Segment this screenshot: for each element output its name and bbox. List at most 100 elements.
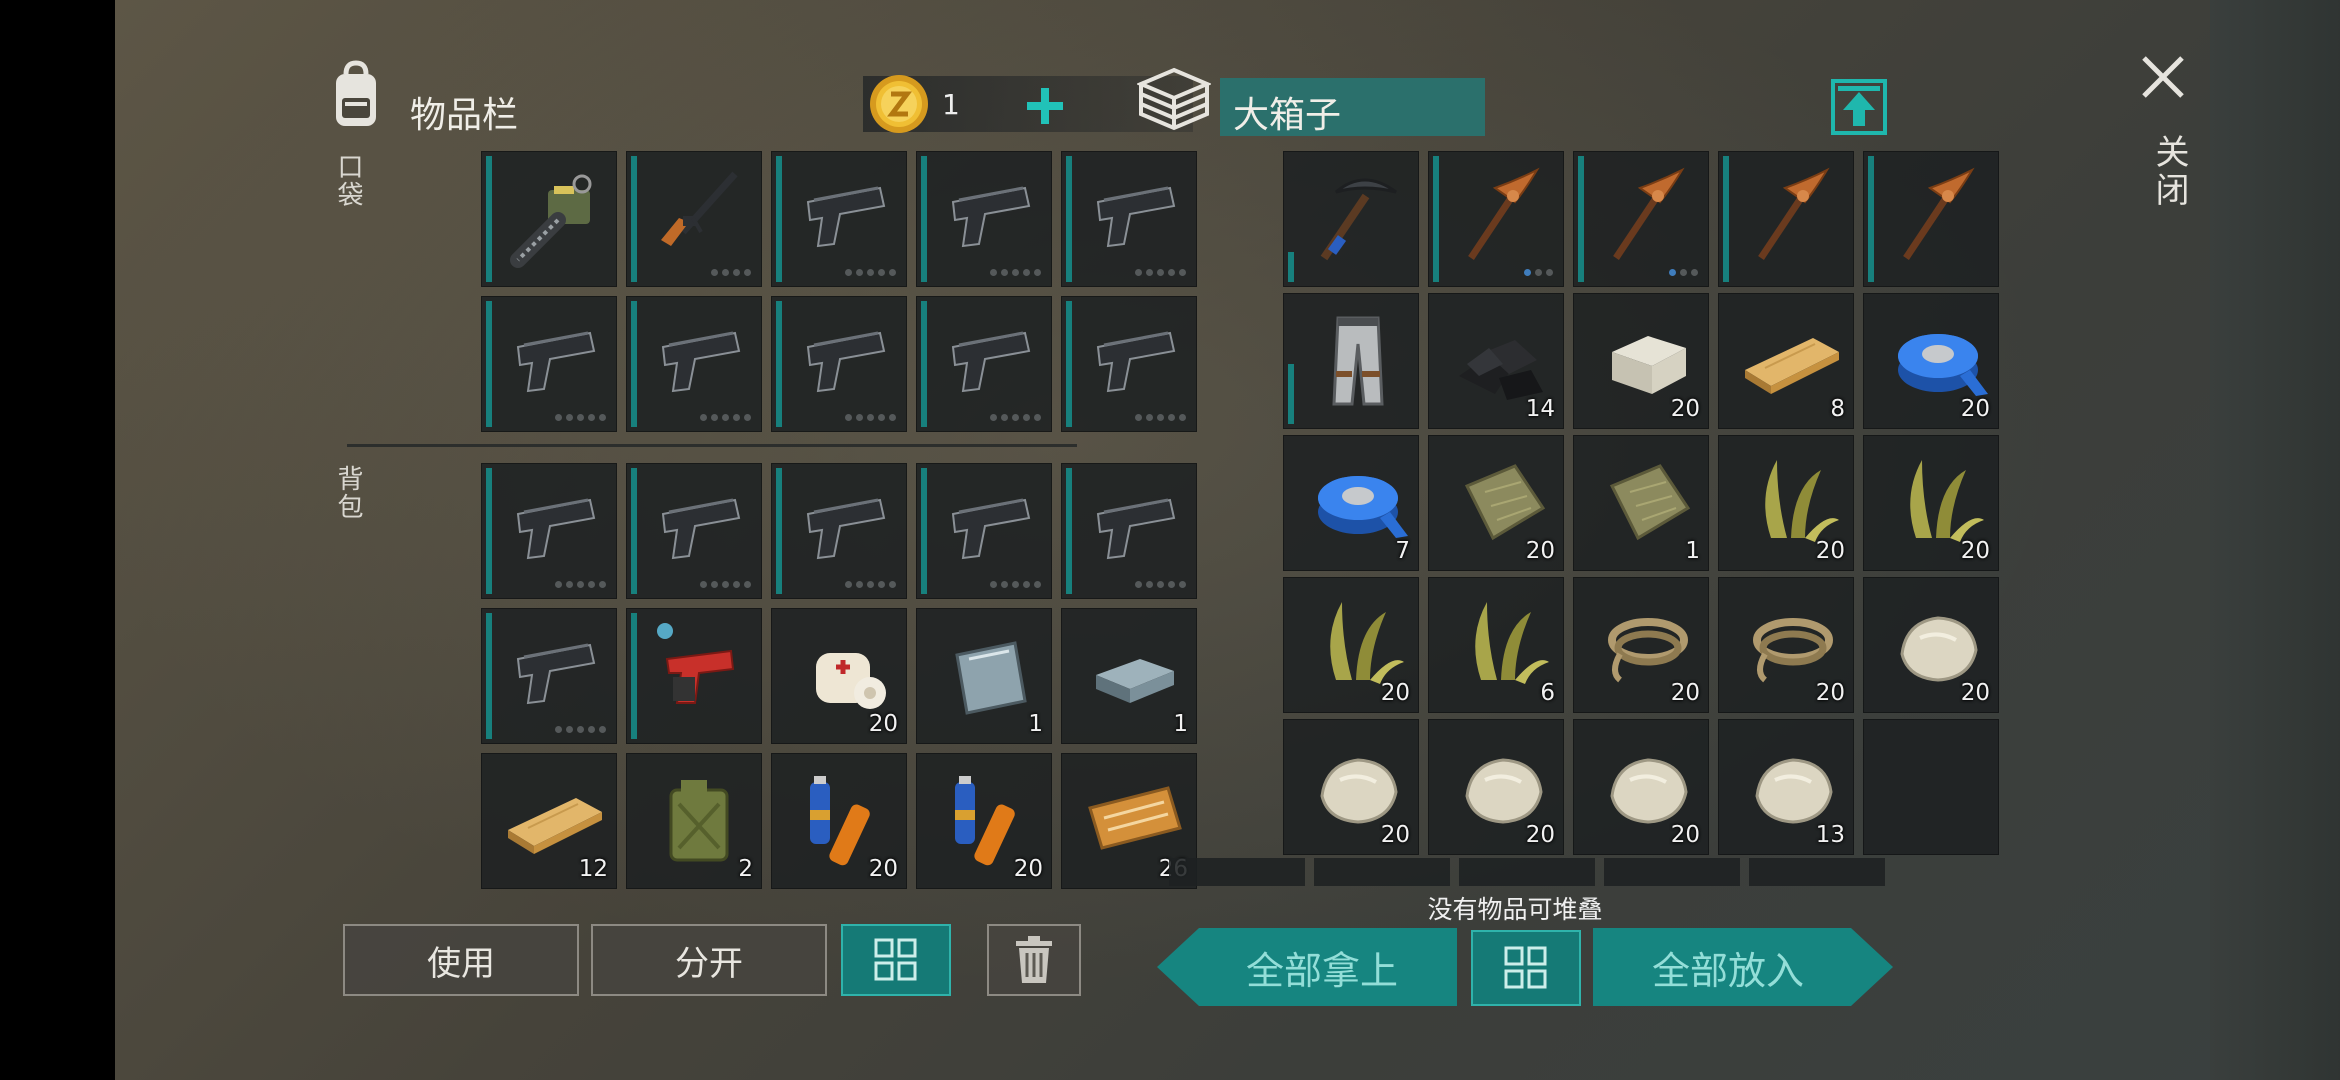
item-slot[interactable]: 20 bbox=[1573, 719, 1709, 855]
item-slot[interactable] bbox=[481, 463, 617, 599]
flare-gun-icon bbox=[657, 623, 735, 704]
iron-ingot-icon bbox=[1096, 659, 1174, 703]
item-slot[interactable]: 20 bbox=[1573, 293, 1709, 429]
item-slot[interactable]: 1 bbox=[1573, 435, 1709, 571]
item-count: 6 bbox=[1540, 680, 1555, 706]
durability-bar bbox=[1433, 156, 1439, 282]
durability-bar bbox=[486, 301, 492, 427]
durability-bar bbox=[776, 301, 782, 427]
item-count: 20 bbox=[1960, 538, 1990, 564]
item-count: 2 bbox=[738, 856, 753, 882]
pistol-icon bbox=[516, 498, 596, 560]
item-count: 20 bbox=[1670, 680, 1700, 706]
item-slot[interactable] bbox=[1718, 151, 1854, 287]
item-slot[interactable] bbox=[771, 296, 907, 432]
item-slot[interactable] bbox=[916, 463, 1052, 599]
put-all-button[interactable]: 全部放入 bbox=[1593, 928, 1893, 1006]
item-slot[interactable]: 20 bbox=[1718, 577, 1854, 713]
item-slot[interactable]: 20 bbox=[1428, 435, 1564, 571]
item-slot[interactable] bbox=[1863, 151, 1999, 287]
item-slot[interactable]: 2 bbox=[626, 753, 762, 889]
item-slot[interactable]: 20 bbox=[1573, 577, 1709, 713]
item-count: 20 bbox=[1013, 856, 1043, 882]
take-all-button[interactable]: 全部拿上 bbox=[1157, 928, 1457, 1006]
item-slot[interactable]: 7 bbox=[1283, 435, 1419, 571]
item-count: 20 bbox=[1525, 538, 1555, 564]
upload-button[interactable] bbox=[1830, 78, 1888, 136]
split-button[interactable]: 分开 bbox=[591, 924, 827, 996]
close-label[interactable]: 关闭 bbox=[2145, 134, 2194, 210]
item-count: 7 bbox=[1395, 538, 1410, 564]
item-slot[interactable]: 12 bbox=[481, 753, 617, 889]
pistol-icon bbox=[951, 331, 1031, 393]
upgrade-dots bbox=[700, 581, 751, 588]
copper-pickaxe-icon bbox=[1903, 167, 1975, 260]
item-slot[interactable]: 14 bbox=[1428, 293, 1564, 429]
item-slot[interactable]: 8 bbox=[1718, 293, 1854, 429]
item-slot[interactable]: 20 bbox=[1283, 719, 1419, 855]
chest-sort-button[interactable] bbox=[1471, 930, 1581, 1006]
item-slot[interactable]: 20 bbox=[771, 608, 907, 744]
item-count: 20 bbox=[1815, 680, 1845, 706]
item-slot[interactable]: 20 bbox=[1863, 293, 1999, 429]
use-button[interactable]: 使用 bbox=[343, 924, 579, 996]
item-slot[interactable]: 20 bbox=[1863, 435, 1999, 571]
item-slot[interactable]: 20 bbox=[1863, 577, 1999, 713]
item-slot[interactable]: 20 bbox=[1718, 435, 1854, 571]
item-slot[interactable] bbox=[771, 151, 907, 287]
item-slot[interactable]: 20 bbox=[771, 753, 907, 889]
item-slot[interactable] bbox=[1283, 151, 1419, 287]
item-slot[interactable] bbox=[1061, 151, 1197, 287]
add-coins-button[interactable] bbox=[1023, 84, 1067, 128]
item-count: 20 bbox=[1960, 680, 1990, 706]
item-slot[interactable] bbox=[1428, 151, 1564, 287]
item-slot[interactable]: 13 bbox=[1718, 719, 1854, 855]
upgrade-dots bbox=[845, 581, 896, 588]
durability-bar bbox=[486, 468, 492, 594]
close-icon[interactable] bbox=[2140, 54, 2186, 100]
item-slot[interactable] bbox=[1283, 293, 1419, 429]
sort-button[interactable] bbox=[841, 924, 951, 996]
durability-bar bbox=[921, 156, 927, 282]
upgrade-dots bbox=[1135, 581, 1186, 588]
durability-bar bbox=[1723, 156, 1729, 282]
item-count: 13 bbox=[1815, 822, 1845, 848]
pistol-icon bbox=[1096, 498, 1176, 560]
item-slot[interactable] bbox=[481, 296, 617, 432]
item-slot[interactable] bbox=[626, 608, 762, 744]
item-slot[interactable]: 1 bbox=[916, 608, 1052, 744]
item-slot[interactable]: 1 bbox=[1061, 608, 1197, 744]
item-slot[interactable] bbox=[1061, 463, 1197, 599]
item-slot[interactable]: 6 bbox=[1428, 577, 1564, 713]
rifle-icon bbox=[661, 171, 738, 246]
item-slot[interactable] bbox=[626, 151, 762, 287]
item-slot[interactable] bbox=[481, 151, 617, 287]
copper-pickaxe-icon bbox=[1468, 167, 1540, 260]
chest-title: 大箱子 bbox=[1233, 95, 1342, 136]
item-slot[interactable] bbox=[916, 151, 1052, 287]
item-slot[interactable] bbox=[1573, 151, 1709, 287]
backpack-label: 背包 bbox=[333, 465, 363, 521]
item-slot[interactable]: 20 bbox=[916, 753, 1052, 889]
upgrade-dots bbox=[990, 414, 1041, 421]
upgrade-dots bbox=[845, 414, 896, 421]
item-count: 8 bbox=[1830, 396, 1845, 422]
item-count: 14 bbox=[1525, 396, 1555, 422]
item-slot[interactable] bbox=[626, 296, 762, 432]
item-slot[interactable]: 20 bbox=[1283, 577, 1419, 713]
backpack-icon bbox=[336, 60, 376, 126]
durability-bar bbox=[486, 613, 492, 739]
stack-status-text: 没有物品可堆叠 bbox=[1427, 895, 1603, 924]
item-slot[interactable] bbox=[771, 463, 907, 599]
item-slot[interactable]: 20 bbox=[1428, 719, 1564, 855]
upgrade-dots bbox=[1524, 269, 1553, 276]
trash-icon bbox=[1016, 936, 1052, 983]
item-slot[interactable] bbox=[916, 296, 1052, 432]
empty-slot[interactable] bbox=[1863, 719, 1999, 855]
item-slot[interactable] bbox=[626, 463, 762, 599]
jerrycan-icon bbox=[669, 780, 729, 862]
durability-bar bbox=[1288, 364, 1294, 424]
item-slot[interactable] bbox=[1061, 296, 1197, 432]
trash-button[interactable] bbox=[987, 924, 1081, 996]
item-slot[interactable] bbox=[481, 608, 617, 744]
